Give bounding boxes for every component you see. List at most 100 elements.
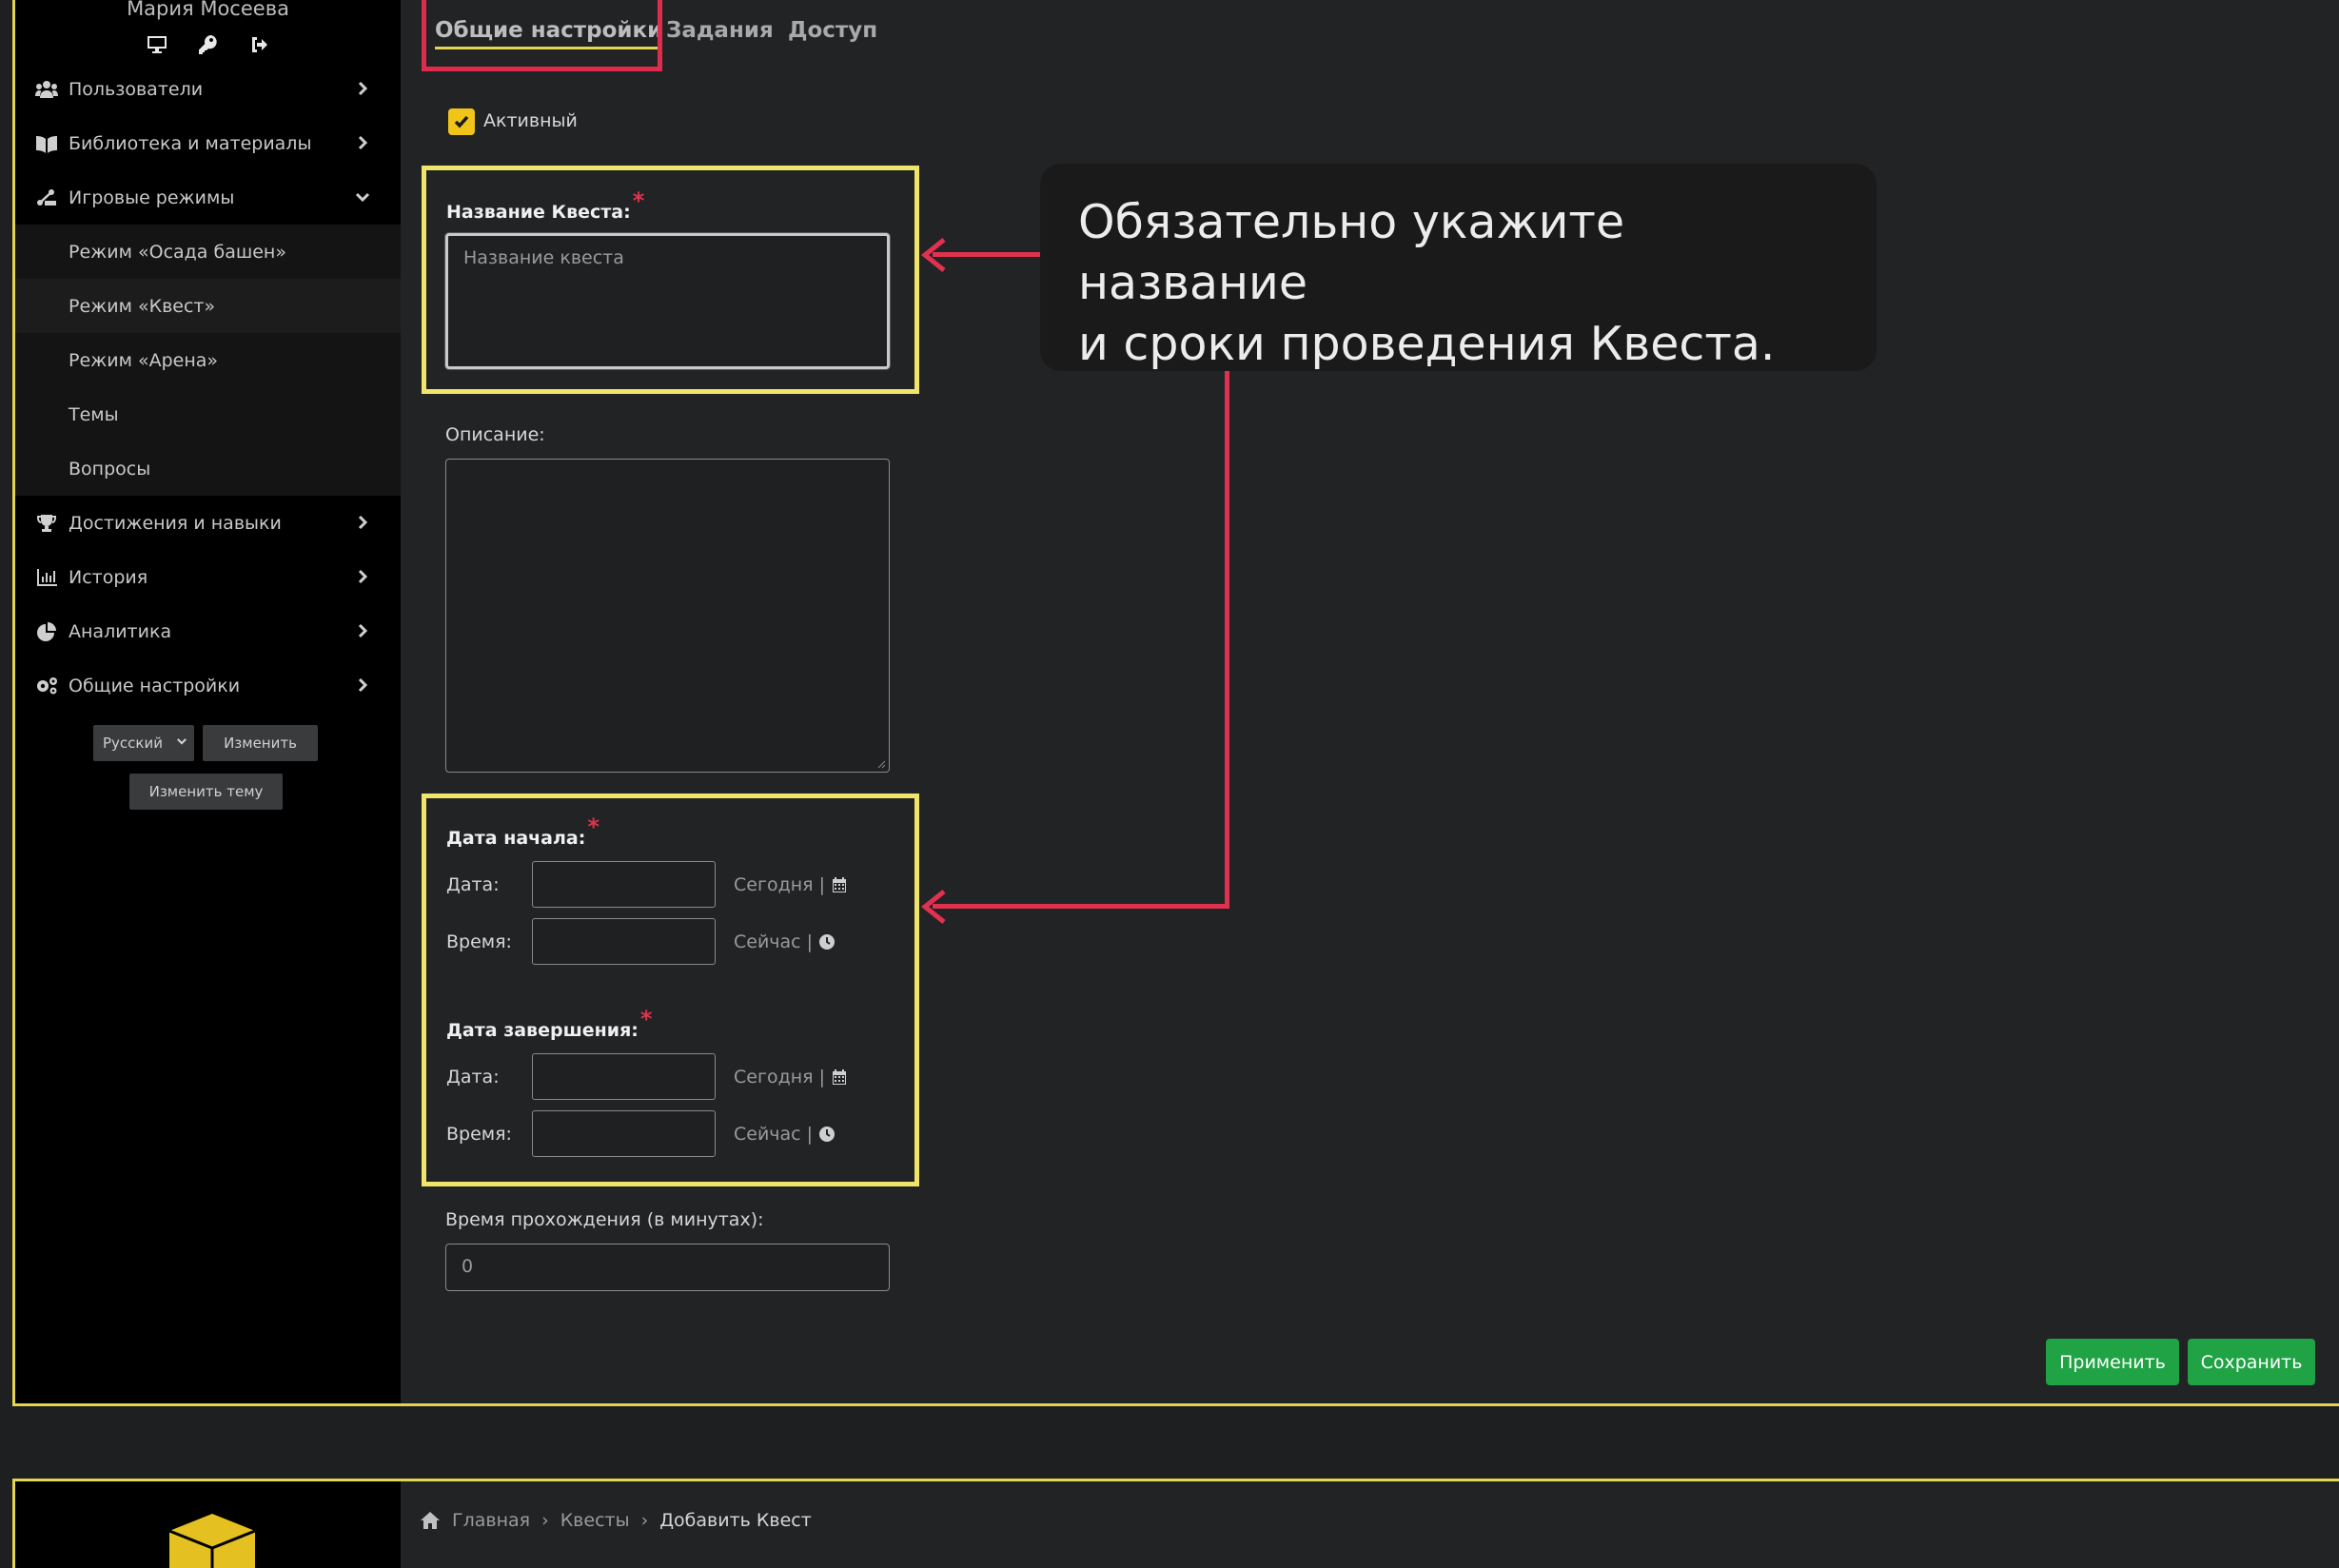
sidebar-subitem-label: Режим «Арена» bbox=[69, 349, 219, 371]
arrow-line-to-dates bbox=[933, 904, 1229, 909]
end-date-field-label: Дата: bbox=[446, 1067, 500, 1088]
sidebar-item-label: Игровые режимы bbox=[69, 186, 235, 208]
tab-highlight-frame bbox=[422, 0, 662, 71]
start-now-link[interactable]: Сейчас | bbox=[734, 931, 835, 952]
description-label: Описание: bbox=[445, 424, 545, 445]
main-content: Главная › Квесты › Добавить Квест bbox=[401, 1481, 2339, 1568]
chevron-down-icon bbox=[353, 187, 372, 206]
change-language-button[interactable]: Изменить bbox=[203, 725, 318, 761]
sidebar-item-label: Аналитика bbox=[69, 620, 172, 642]
language-value: Русский bbox=[103, 735, 163, 752]
sidebar: Мария Мосеева Пользователи Библиотека и … bbox=[15, 0, 401, 1403]
game-modes-icon bbox=[34, 187, 59, 208]
sidebar-subitem-label: Режим «Квест» bbox=[69, 295, 216, 317]
quest-name-input[interactable]: Название квеста bbox=[445, 233, 890, 369]
user-name: Мария Мосеева bbox=[127, 0, 289, 20]
callout-line-2: и сроки проведения Квеста. bbox=[1078, 317, 1776, 371]
gears-icon bbox=[34, 676, 59, 696]
end-today-link[interactable]: Сегодня | bbox=[734, 1067, 848, 1088]
end-now-link[interactable]: Сейчас | bbox=[734, 1124, 835, 1145]
user-icons bbox=[15, 33, 401, 62]
calendar-icon bbox=[833, 1069, 846, 1085]
users-icon bbox=[34, 79, 59, 100]
start-today-link[interactable]: Сегодня | bbox=[734, 874, 848, 895]
end-time-input[interactable] bbox=[532, 1110, 716, 1157]
sidebar-item-achievements[interactable]: Достижения и навыки bbox=[15, 496, 401, 550]
sidebar-subitem-label: Режим «Осада башен» bbox=[69, 241, 286, 263]
breadcrumb-current: Добавить Квест bbox=[659, 1510, 812, 1531]
breadcrumb-quests[interactable]: Квесты bbox=[560, 1510, 630, 1531]
sidebar-item-label: Общие настройки bbox=[69, 675, 241, 696]
sidebar-item-game-modes[interactable]: Игровые режимы bbox=[15, 170, 401, 225]
change-theme-button[interactable]: Изменить тему bbox=[129, 774, 283, 810]
breadcrumb-separator: › bbox=[541, 1510, 549, 1531]
end-time-field-label: Время: bbox=[446, 1124, 512, 1145]
home-icon bbox=[421, 1512, 440, 1529]
chevron-right-icon bbox=[353, 621, 372, 640]
callout-line-1: Обязательно укажите название bbox=[1078, 195, 1625, 310]
description-textarea[interactable] bbox=[445, 459, 890, 773]
key-icon[interactable] bbox=[197, 33, 220, 62]
clock-icon bbox=[819, 934, 835, 950]
sidebar-subitem-quest[interactable]: Режим «Квест» bbox=[15, 279, 401, 333]
duration-label: Время прохождения (в минутах): bbox=[445, 1209, 764, 1230]
breadcrumb: Главная › Квесты › Добавить Квест bbox=[420, 1510, 812, 1531]
start-date-input[interactable] bbox=[532, 861, 716, 908]
required-mark: * bbox=[587, 813, 599, 840]
clock-icon bbox=[819, 1127, 835, 1142]
sidebar-item-library[interactable]: Библиотека и материалы bbox=[15, 116, 401, 170]
book-icon bbox=[34, 133, 59, 154]
sidebar-item-label: Достижения и навыки bbox=[69, 512, 282, 534]
arrow-head-left-icon bbox=[920, 890, 946, 924]
chevron-right-icon bbox=[353, 513, 372, 532]
language-select[interactable]: Русский bbox=[93, 725, 194, 761]
active-label: Активный bbox=[483, 110, 578, 131]
start-time-input[interactable] bbox=[532, 918, 716, 965]
sidebar-item-general-settings[interactable]: Общие настройки bbox=[15, 658, 401, 713]
quest-name-label: Название Квеста:* bbox=[446, 187, 645, 223]
save-button[interactable]: Сохранить bbox=[2188, 1339, 2315, 1385]
sidebar bbox=[15, 1481, 401, 1568]
arrow-line-to-name bbox=[933, 252, 1040, 257]
tab-access[interactable]: Доступ bbox=[788, 18, 877, 43]
duration-input[interactable]: 0 bbox=[445, 1244, 890, 1291]
chevron-right-icon bbox=[353, 79, 372, 98]
chevron-right-icon bbox=[353, 676, 372, 695]
sidebar-item-label: История bbox=[69, 566, 148, 588]
breadcrumb-home[interactable]: Главная bbox=[452, 1510, 530, 1531]
start-date-field-label: Дата: bbox=[446, 874, 500, 895]
end-date-label: Дата завершения:* bbox=[446, 1006, 653, 1041]
monitor-icon[interactable] bbox=[146, 33, 168, 62]
apply-button[interactable]: Применить bbox=[2046, 1339, 2179, 1385]
sidebar-subitem-label: Темы bbox=[69, 403, 119, 425]
trophy-icon bbox=[34, 513, 59, 534]
chart-icon bbox=[34, 567, 59, 588]
sidebar-subitem-tower-siege[interactable]: Режим «Осада башен» bbox=[15, 225, 401, 279]
required-mark: * bbox=[639, 1006, 653, 1032]
tab-tasks[interactable]: Задания bbox=[666, 18, 774, 43]
sidebar-item-history[interactable]: История bbox=[15, 550, 401, 604]
sign-out-icon[interactable] bbox=[248, 33, 271, 62]
sidebar-item-analytics[interactable]: Аналитика bbox=[15, 604, 401, 658]
required-mark: * bbox=[632, 187, 645, 214]
instruction-callout: Обязательно укажите название и сроки про… bbox=[1040, 164, 1877, 371]
calendar-icon bbox=[833, 877, 846, 892]
end-date-input[interactable] bbox=[532, 1053, 716, 1100]
pie-chart-icon bbox=[34, 621, 59, 642]
admin-window-preview: Главная › Квесты › Добавить Квест bbox=[12, 1479, 2339, 1568]
sidebar-item-label: Пользователи bbox=[69, 78, 204, 100]
resize-handle-icon[interactable] bbox=[876, 759, 886, 769]
arrow-line-vertical bbox=[1225, 371, 1229, 909]
start-time-field-label: Время: bbox=[446, 931, 512, 952]
start-date-label: Дата начала:* bbox=[446, 813, 599, 849]
sidebar-subitem-questions[interactable]: Вопросы bbox=[15, 441, 401, 496]
active-checkbox[interactable] bbox=[448, 108, 475, 135]
sidebar-subitem-arena[interactable]: Режим «Арена» bbox=[15, 333, 401, 387]
chevron-right-icon bbox=[353, 567, 372, 586]
sidebar-item-label: Библиотека и материалы bbox=[69, 132, 312, 154]
breadcrumb-separator: › bbox=[640, 1510, 649, 1531]
arrow-head-left-icon bbox=[920, 238, 946, 272]
sidebar-subitem-label: Вопросы bbox=[69, 458, 151, 480]
sidebar-item-users[interactable]: Пользователи bbox=[15, 62, 401, 116]
sidebar-subitem-topics[interactable]: Темы bbox=[15, 387, 401, 441]
